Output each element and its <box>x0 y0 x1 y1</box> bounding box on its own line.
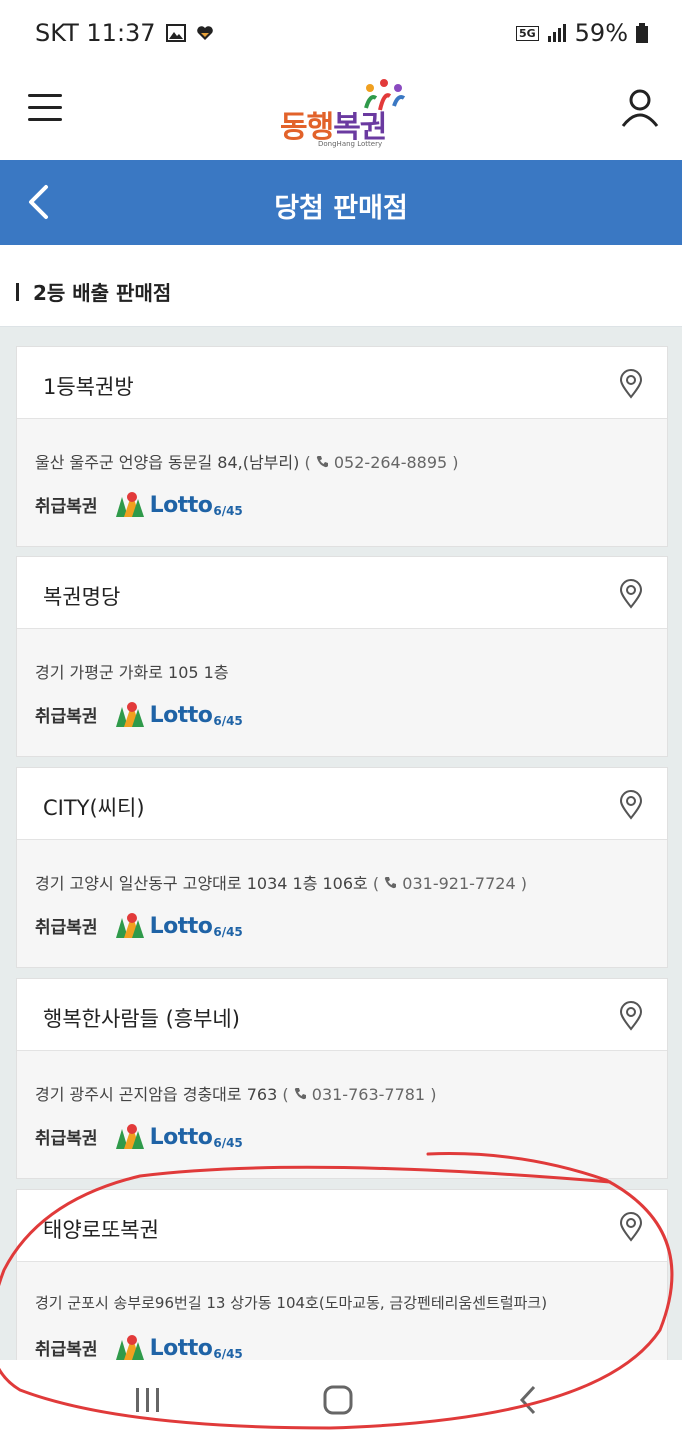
lotto-645-logo: Lotto 6/45 <box>114 1334 243 1360</box>
store-name: CITY(씨티) <box>43 796 145 820</box>
status-left: SKT 11:37 <box>35 19 214 47</box>
lottery-types-label: 취급복권 <box>35 496 98 517</box>
store-phone-group: ( 031-763-7781 ) <box>282 1085 437 1104</box>
home-icon[interactable] <box>318 1384 358 1416</box>
store-list: 1등복권방 울산 울주군 언양읍 동문길 84,(남부리) ( 052-264-… <box>0 327 682 1360</box>
lotto-balls-icon <box>115 913 144 938</box>
lottery-types-row: 취급복권 Lotto 6/45 <box>35 491 243 517</box>
carrier-time: SKT 11:37 <box>35 19 156 47</box>
lottery-types-label: 취급복권 <box>35 706 98 727</box>
lotto-word: Lotto <box>149 914 213 939</box>
map-pin-icon[interactable] <box>619 1001 643 1031</box>
store-card[interactable]: CITY(씨티) 경기 고양시 일산동구 고양대로 1034 1층 106호 (… <box>16 767 668 968</box>
section-title: 2등 배출 판매점 <box>33 281 172 305</box>
store-address-line: 경기 군포시 송부로96번길 13 상가동 104호(도마교동, 금강펜테리움센… <box>35 1292 547 1313</box>
lottery-types-label: 취급복권 <box>35 1339 98 1360</box>
lottery-types-label: 취급복권 <box>35 917 98 938</box>
lotto-balls-icon <box>115 1124 144 1149</box>
store-card[interactable]: 복권명당 경기 가평군 가화로 105 1층 취급복권 Lotto 6/45 <box>16 556 668 757</box>
page-title: 당첨 판매점 <box>274 193 408 224</box>
store-address-line: 울산 울주군 언양읍 동문길 84,(남부리) ( 052-264-8895 ) <box>35 449 459 473</box>
status-bar: SKT 11:37 5G 59% <box>0 0 682 68</box>
store-card-header: 태양로또복권 <box>17 1190 667 1262</box>
lotto-word: Lotto <box>149 493 213 518</box>
store-name: 복권명당 <box>43 585 121 609</box>
store-card[interactable]: 1등복권방 울산 울주군 언양읍 동문길 84,(남부리) ( 052-264-… <box>16 346 668 547</box>
store-card-header: 1등복권방 <box>17 347 667 419</box>
store-card-header: 행복한사람들 (흥부네) <box>17 979 667 1051</box>
lotto-645-logo: Lotto 6/45 <box>114 1123 243 1149</box>
store-phone[interactable]: 031-921-7724 <box>402 874 515 893</box>
lotto-sub: 6/45 <box>213 504 243 518</box>
hamburger-menu-icon[interactable] <box>28 94 62 122</box>
lottery-types-row: 취급복권 Lotto 6/45 <box>35 912 243 938</box>
donghang-logo[interactable]: 동행복권 DongHang Lottery <box>280 78 410 152</box>
store-address: 경기 고양시 일산동구 고양대로 1034 1층 106호 <box>35 874 368 893</box>
map-pin-icon[interactable] <box>619 369 643 399</box>
store-phone[interactable]: 031-763-7781 <box>312 1085 425 1104</box>
battery-level: 59% <box>574 19 628 47</box>
store-address: 울산 울주군 언양읍 동문길 84,(남부리) <box>35 453 300 472</box>
store-address: 경기 가평군 가화로 105 1층 <box>35 663 229 682</box>
lotto-sub: 6/45 <box>213 1347 243 1360</box>
store-address-line: 경기 가평군 가화로 105 1층 <box>35 659 229 683</box>
logo-subtitle: DongHang Lottery <box>318 140 383 148</box>
lottery-types-row: 취급복권 Lotto 6/45 <box>35 1334 243 1360</box>
lotto-word: Lotto <box>149 1125 213 1150</box>
recent-apps-icon[interactable] <box>128 1384 168 1416</box>
lotto-word: Lotto <box>149 1336 213 1360</box>
lotto-word: Lotto <box>149 703 213 728</box>
store-card-header: 복권명당 <box>17 557 667 629</box>
lottery-types-row: 취급복권 Lotto 6/45 <box>35 1123 243 1149</box>
lotto-balls-icon <box>115 1335 144 1360</box>
map-pin-icon[interactable] <box>619 1212 643 1242</box>
user-profile-icon[interactable] <box>620 88 660 128</box>
back-nav-icon[interactable] <box>508 1384 548 1416</box>
store-card[interactable]: 태양로또복권 경기 군포시 송부로96번길 13 상가동 104호(도마교동, … <box>16 1189 668 1360</box>
lottery-types-label: 취급복권 <box>35 1128 98 1149</box>
lotto-balls-icon <box>115 492 144 517</box>
store-name: 행복한사람들 (흥부네) <box>43 1007 240 1031</box>
section-header: 2등 배출 판매점 <box>0 253 682 327</box>
signal-icon <box>547 24 566 42</box>
store-phone[interactable]: 052-264-8895 <box>334 453 447 472</box>
heart-app-icon <box>196 26 213 40</box>
map-pin-icon[interactable] <box>619 790 643 820</box>
store-phone-group: ( 052-264-8895 ) <box>304 453 459 472</box>
store-address-line: 경기 고양시 일산동구 고양대로 1034 1층 106호 ( 031-921-… <box>35 870 527 894</box>
app-header: 동행복권 DongHang Lottery <box>0 68 682 160</box>
lottery-types-row: 취급복권 Lotto 6/45 <box>35 701 243 727</box>
title-bar: 당첨 판매점 <box>0 160 682 245</box>
store-card[interactable]: 행복한사람들 (흥부네) 경기 광주시 곤지암읍 경충대로 763 ( 031-… <box>16 978 668 1179</box>
store-address: 경기 광주시 곤지암읍 경충대로 763 <box>35 1085 278 1104</box>
lotto-645-logo: Lotto 6/45 <box>114 491 243 517</box>
lotto-sub: 6/45 <box>213 1136 243 1150</box>
store-address-line: 경기 광주시 곤지암읍 경충대로 763 ( 031-763-7781 ) <box>35 1081 436 1105</box>
phone-icon <box>294 1088 306 1100</box>
lotto-sub: 6/45 <box>213 925 243 939</box>
section-marker <box>16 283 19 301</box>
store-phone-group: ( 031-921-7724 ) <box>372 874 527 893</box>
system-nav-bar <box>0 1360 682 1440</box>
lotto-sub: 6/45 <box>213 714 243 728</box>
gallery-icon <box>165 24 186 42</box>
lotto-645-logo: Lotto 6/45 <box>114 701 243 727</box>
lotto-645-logo: Lotto 6/45 <box>114 912 243 938</box>
network-5g-icon: 5G <box>515 25 539 41</box>
lotto-balls-icon <box>115 702 144 727</box>
store-name: 1등복권방 <box>43 375 134 399</box>
store-name: 태양로또복권 <box>43 1218 159 1242</box>
phone-icon <box>385 877 397 889</box>
store-address: 경기 군포시 송부로96번길 13 상가동 104호(도마교동, 금강펜테리움센… <box>35 1294 548 1312</box>
phone-icon <box>316 456 328 468</box>
store-card-header: CITY(씨티) <box>17 768 667 840</box>
battery-icon <box>636 23 648 43</box>
status-right: 5G 59% <box>515 19 648 47</box>
map-pin-icon[interactable] <box>619 579 643 609</box>
